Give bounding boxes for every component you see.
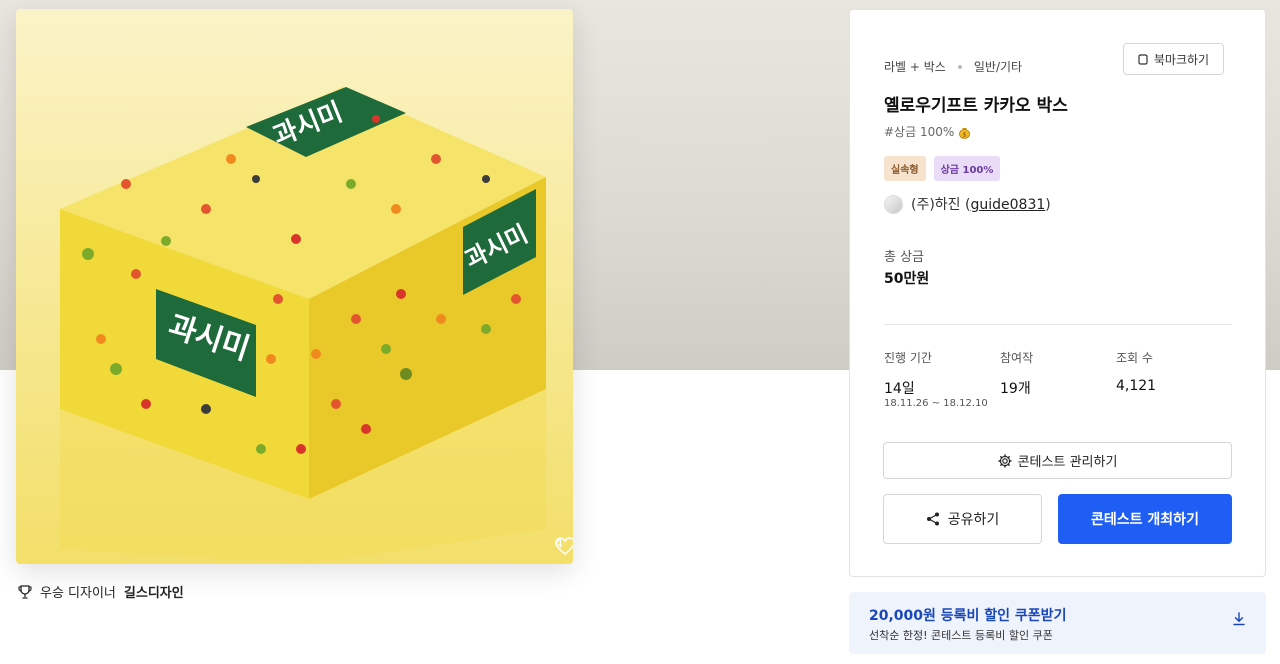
total-prize-value: 50만원 <box>884 271 930 287</box>
stat-duration: 진행 기간 14일 <box>884 349 1000 398</box>
winner-designer: 우승 디자이너 길스디자인 <box>18 582 184 601</box>
host-avatar <box>884 194 903 214</box>
bookmark-label: 북마크하기 <box>1153 52 1210 67</box>
host-id[interactable]: guide0831 <box>971 197 1046 213</box>
like-button[interactable]: 4 <box>555 537 573 555</box>
prize-hashtag: #상금 100% $ <box>884 123 971 140</box>
total-prize-label: 총 상금 <box>884 250 925 265</box>
prize-hashtag-text[interactable]: #상금 100% <box>884 123 954 140</box>
coupon-subtitle: 선착순 한정! 콘테스트 등록비 할인 쿠폰 <box>869 629 1053 642</box>
stat-label: 참여작 <box>1000 351 1034 365</box>
share-button[interactable]: 공유하기 <box>883 494 1042 544</box>
subcategory[interactable]: 일반/기타 <box>974 58 1022 75</box>
svg-text:$: $ <box>963 131 967 138</box>
coupon-title: 20,000원 등록비 할인 쿠폰받기 <box>869 608 1067 624</box>
stat-value: 14일 <box>884 381 915 397</box>
badge-prize: 상금 100% <box>933 156 1001 181</box>
bookmark-button[interactable]: 북마크하기 <box>1123 43 1224 75</box>
category[interactable]: 라벨 + 박스 <box>884 58 946 75</box>
manage-contest-button[interactable]: 콘테스트 관리하기 <box>883 442 1232 479</box>
contest-title: 옐로우기프트 카카오 박스 <box>884 96 1068 116</box>
coupon-banner[interactable]: 20,000원 등록비 할인 쿠폰받기 선착순 한정! 콘테스트 등록비 할인 … <box>849 592 1266 654</box>
host-contest-button[interactable]: 콘테스트 개최하기 <box>1058 494 1232 544</box>
badge-type: 실속형 <box>884 156 926 181</box>
contest-info-panel: 라벨 + 박스 일반/기타 북마크하기 옐로우기프트 카카오 박스 #상금 10… <box>849 9 1266 577</box>
category-breadcrumb: 라벨 + 박스 일반/기타 <box>884 58 1022 75</box>
share-label: 공유하기 <box>947 512 1000 528</box>
manage-label: 콘테스트 관리하기 <box>1017 455 1118 470</box>
stat-label: 조회 수 <box>1116 351 1153 365</box>
host-name: (주)하진 <box>911 197 961 213</box>
winner-name[interactable]: 길스디자인 <box>124 582 184 601</box>
product-image[interactable]: 과시미 과시미 과시미 4 <box>16 9 573 564</box>
bookmark-icon <box>1138 53 1148 65</box>
download-icon[interactable] <box>1232 612 1246 626</box>
host-info: (주)하진 (guide0831) <box>884 194 1051 214</box>
winner-prefix: 우승 디자이너 <box>40 586 116 601</box>
gear-icon <box>997 453 1012 468</box>
contest-period: 18.11.26 ~ 18.12.10 <box>884 398 988 409</box>
stat-views: 조회 수 4,121 <box>1116 349 1232 398</box>
contest-stats: 진행 기간 14일 참여작 19개 조회 수 4,121 <box>884 349 1232 398</box>
box-illustration: 과시미 과시미 과시미 <box>60 87 546 564</box>
badge-list: 실속형 상금 100% <box>884 156 1001 181</box>
share-icon <box>926 512 939 526</box>
divider <box>884 324 1232 325</box>
separator-dot <box>957 64 962 69</box>
money-bag-icon: $ <box>959 127 971 139</box>
trophy-icon <box>18 584 32 599</box>
stat-value: 4,121 <box>1116 378 1157 394</box>
stat-entries: 참여작 19개 <box>1000 349 1116 398</box>
heart-icon <box>554 537 573 555</box>
stat-label: 진행 기간 <box>884 351 932 365</box>
stat-value: 19개 <box>1000 381 1031 397</box>
